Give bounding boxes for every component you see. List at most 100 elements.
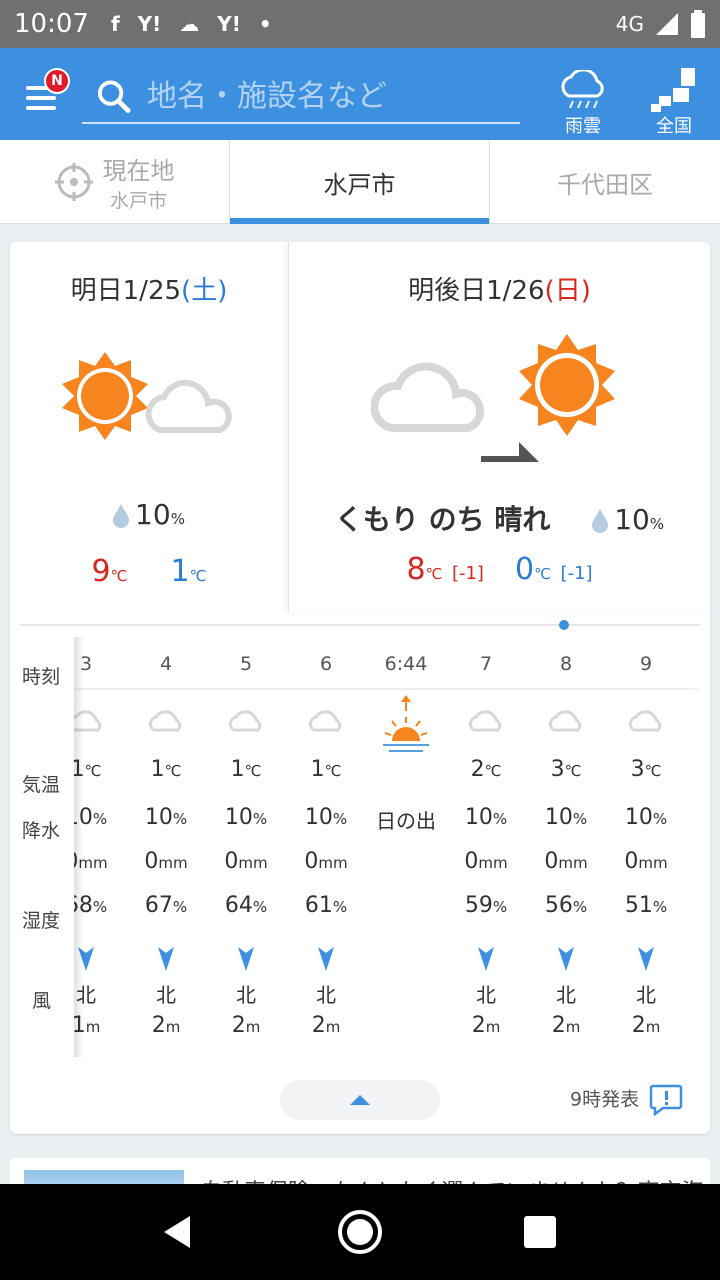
hour-temp-value: 1 — [150, 757, 165, 782]
percent-unit: % — [172, 898, 188, 916]
hour-humidity-value: 64 — [224, 893, 253, 918]
hour-precip-value: 10 — [304, 805, 333, 830]
mm-unit: mm — [558, 854, 588, 872]
menu-button[interactable]: N — [22, 64, 82, 124]
m-unit: m — [565, 1018, 581, 1036]
hour-temp: 1℃ — [286, 757, 366, 782]
hour-precip-value: 10 — [544, 805, 573, 830]
wind-arrow-icon — [238, 947, 254, 971]
announcement-info[interactable]: 9時発表 — [570, 1084, 683, 1117]
hour-humidity: 64% — [206, 893, 286, 918]
hour-wind-speed-value: 2 — [471, 1013, 486, 1038]
dayafter-precip-unit: % — [649, 515, 665, 533]
hour-humidity: 59% — [446, 893, 526, 918]
cloud-icon — [228, 710, 262, 732]
dayafter-high: 8 — [406, 552, 426, 587]
section-divider — [20, 624, 700, 626]
hour-label: 9 — [639, 653, 653, 675]
hamburger-icon-bar — [26, 96, 56, 100]
hour-rainfall: 0mm — [606, 849, 686, 874]
hour-rainfall: 0mm — [286, 849, 366, 874]
hour-wind-speed-value: 2 — [551, 1013, 566, 1038]
mm-unit: mm — [638, 854, 668, 872]
percent-unit: % — [572, 898, 588, 916]
mm-unit: mm — [478, 854, 508, 872]
hour-humidity-value: 61 — [304, 893, 333, 918]
rain-cloud-label: 雨雲 — [565, 116, 601, 137]
temp-unit: ℃ — [484, 762, 502, 780]
hour-temp-value: 1 — [230, 757, 245, 782]
dayafter-dow-close: ) — [580, 276, 591, 306]
tomorrow-forecast[interactable]: 明日1/25(土) 10% 9℃ 1℃ — [10, 242, 288, 612]
percent-unit: % — [92, 898, 108, 916]
app-header: N 雨雲 全国 — [0, 48, 720, 140]
hour-wind-speed-value: 2 — [311, 1013, 326, 1038]
rain-cloud-button[interactable]: 雨雲 — [543, 58, 623, 138]
dayafter-weather-desc: くもり のち 晴れ — [334, 503, 551, 536]
battery-icon — [691, 10, 705, 38]
tab-current-location[interactable]: 現在地 水戸市 — [0, 140, 230, 224]
hour-temp: 1℃ — [206, 757, 286, 782]
location-tabs: 現在地 水戸市 水戸市 千代田区 — [0, 140, 720, 224]
tomorrow-date-label: 明日1/25 — [70, 276, 182, 306]
hour-precip-value: 10 — [144, 805, 173, 830]
percent-unit: % — [172, 810, 188, 828]
hour-rainfall-value: 0 — [624, 849, 639, 874]
rain-cloud-icon — [561, 70, 604, 109]
collapse-button[interactable] — [280, 1080, 440, 1120]
hour-rainfall-value: 0 — [144, 849, 159, 874]
tomorrow-precip: 10% — [10, 498, 288, 531]
dayafter-weather-row: くもり のち 晴れ 10% — [289, 498, 710, 538]
current-location-city: 水戸市 — [109, 190, 167, 212]
hour-rainfall: 0mm — [206, 849, 286, 874]
hour-rainfall-value: 0 — [224, 849, 239, 874]
dayafter-forecast[interactable]: 明後日1/26(日) くもり のち 晴れ 10% 8℃ [-1] 0℃ [-1] — [288, 242, 710, 612]
hour-wind-direction: 北 — [236, 983, 256, 1007]
search-box[interactable] — [82, 70, 520, 124]
raindrop-icon — [113, 504, 130, 528]
hourly-forecast-table[interactable]: 31℃10%0mm68%北1m41℃10%0mm67%北2m51℃10%0mm6… — [74, 637, 710, 1057]
tab-chiyoda[interactable]: 千代田区 — [490, 140, 720, 224]
feedback-icon — [649, 1084, 683, 1117]
dayafter-high-unit: ℃ — [425, 565, 443, 583]
temp-unit: ℃ — [164, 762, 182, 780]
label-temp: 気温 — [22, 774, 61, 796]
dayafter-precip-value: 10 — [614, 503, 650, 536]
sunrise-label: 日の出 — [376, 809, 436, 833]
tab-mito-label: 水戸市 — [323, 170, 396, 199]
hour-wind-speed-value: 2 — [151, 1013, 166, 1038]
national-label: 全国 — [656, 116, 692, 137]
hour-precip: 10% — [606, 805, 686, 830]
search-input[interactable] — [147, 78, 520, 114]
network-type: 4G — [615, 12, 644, 36]
recents-icon[interactable] — [522, 1214, 558, 1250]
mm-unit: mm — [158, 854, 188, 872]
tab-mito[interactable]: 水戸市 — [230, 140, 490, 224]
hour-humidity-value: 56 — [544, 893, 573, 918]
temp-unit: ℃ — [244, 762, 262, 780]
hour-temp: 1℃ — [126, 757, 206, 782]
hour-humidity-value: 59 — [464, 893, 493, 918]
percent-unit: % — [332, 898, 348, 916]
tomorrow-high: 9 — [91, 554, 111, 589]
hour-wind-speed: 2m — [606, 1013, 686, 1038]
tomorrow-low-unit: ℃ — [189, 567, 207, 585]
temp-unit: ℃ — [84, 762, 102, 780]
cloud-icon — [148, 710, 182, 732]
national-button[interactable]: 全国 — [634, 58, 714, 138]
percent-unit: % — [652, 810, 668, 828]
hour-humidity: 51% — [606, 893, 686, 918]
dayafter-dow: 日 — [554, 276, 581, 306]
hour-temp-value: 3 — [630, 757, 645, 782]
tomorrow-low: 1 — [170, 554, 190, 589]
percent-unit: % — [252, 810, 268, 828]
home-icon[interactable] — [336, 1208, 384, 1256]
hour-wind-speed: 2m — [126, 1013, 206, 1038]
system-nav-bar — [0, 1184, 720, 1280]
hour-wind-speed: 2m — [286, 1013, 366, 1038]
hour-wind-direction: 北 — [476, 983, 496, 1007]
back-icon[interactable] — [160, 1212, 200, 1252]
hour-precip-value: 10 — [624, 805, 653, 830]
hour-rainfall-value: 0 — [544, 849, 559, 874]
percent-unit: % — [332, 810, 348, 828]
